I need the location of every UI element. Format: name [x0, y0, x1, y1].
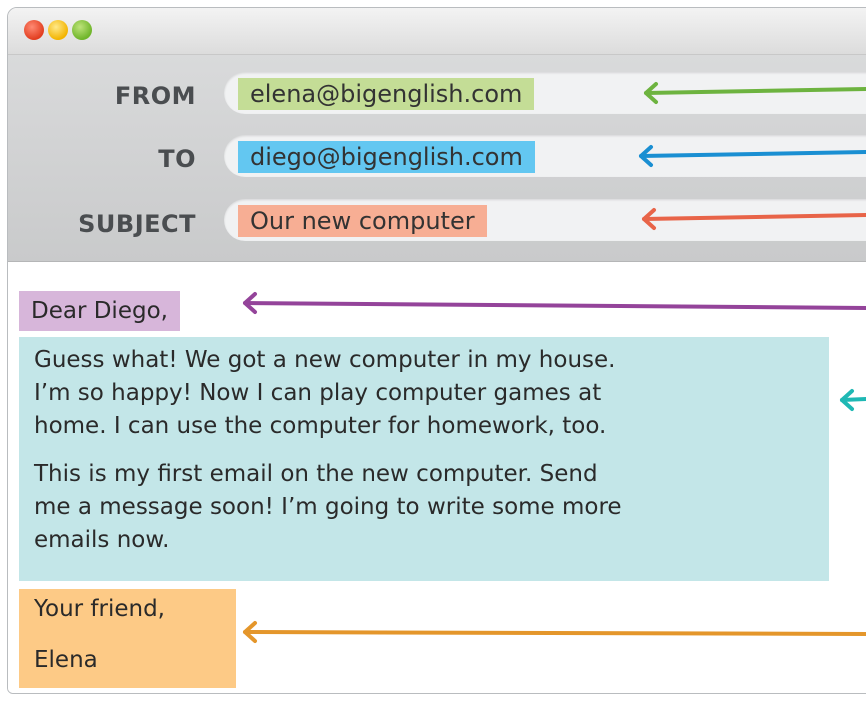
from-label: FROM — [114, 82, 196, 110]
paragraph-2: This is my first email on the new comput… — [34, 458, 622, 557]
greeting: Dear Diego, — [19, 291, 180, 331]
signature: Elena — [34, 647, 98, 673]
zoom-window-button[interactable] — [72, 20, 92, 40]
paragraph-1: Guess what! We got a new computer in my … — [34, 344, 615, 443]
minimize-window-button[interactable] — [48, 20, 68, 40]
subject-field[interactable]: Our new computer — [224, 199, 866, 241]
email-body[interactable]: Dear Diego, Guess what! We got a new com… — [8, 262, 866, 693]
from-field[interactable]: elena@bigenglish.com — [224, 72, 866, 114]
paragraph-2-line: This is my first email on the new comput… — [34, 461, 598, 487]
body-text-block: Guess what! We got a new computer in my … — [19, 337, 829, 581]
title-bar — [8, 8, 866, 55]
to-value: diego@bigenglish.com — [238, 141, 535, 173]
paragraph-1-line: I’m so happy! Now I can play computer ga… — [34, 380, 602, 406]
closing: Your friend, — [34, 596, 165, 622]
close-window-button[interactable] — [24, 20, 44, 40]
from-value: elena@bigenglish.com — [238, 78, 535, 110]
paragraph-1-line: home. I can use the computer for homewor… — [34, 413, 607, 439]
email-window: FROM elena@bigenglish.com TO diego@bigen… — [7, 7, 866, 694]
to-label: TO — [158, 145, 196, 173]
subject-value: Our new computer — [238, 205, 487, 237]
closing-block: Your friend, Elena — [19, 589, 236, 688]
paragraph-2-line: me a message soon! I’m going to write so… — [34, 494, 622, 520]
paragraph-2-line: emails now. — [34, 527, 170, 553]
email-header: FROM elena@bigenglish.com TO diego@bigen… — [8, 55, 866, 262]
paragraph-1-line: Guess what! We got a new computer in my … — [34, 347, 616, 373]
to-field[interactable]: diego@bigenglish.com — [224, 135, 866, 177]
subject-label: SUBJECT — [78, 210, 196, 238]
